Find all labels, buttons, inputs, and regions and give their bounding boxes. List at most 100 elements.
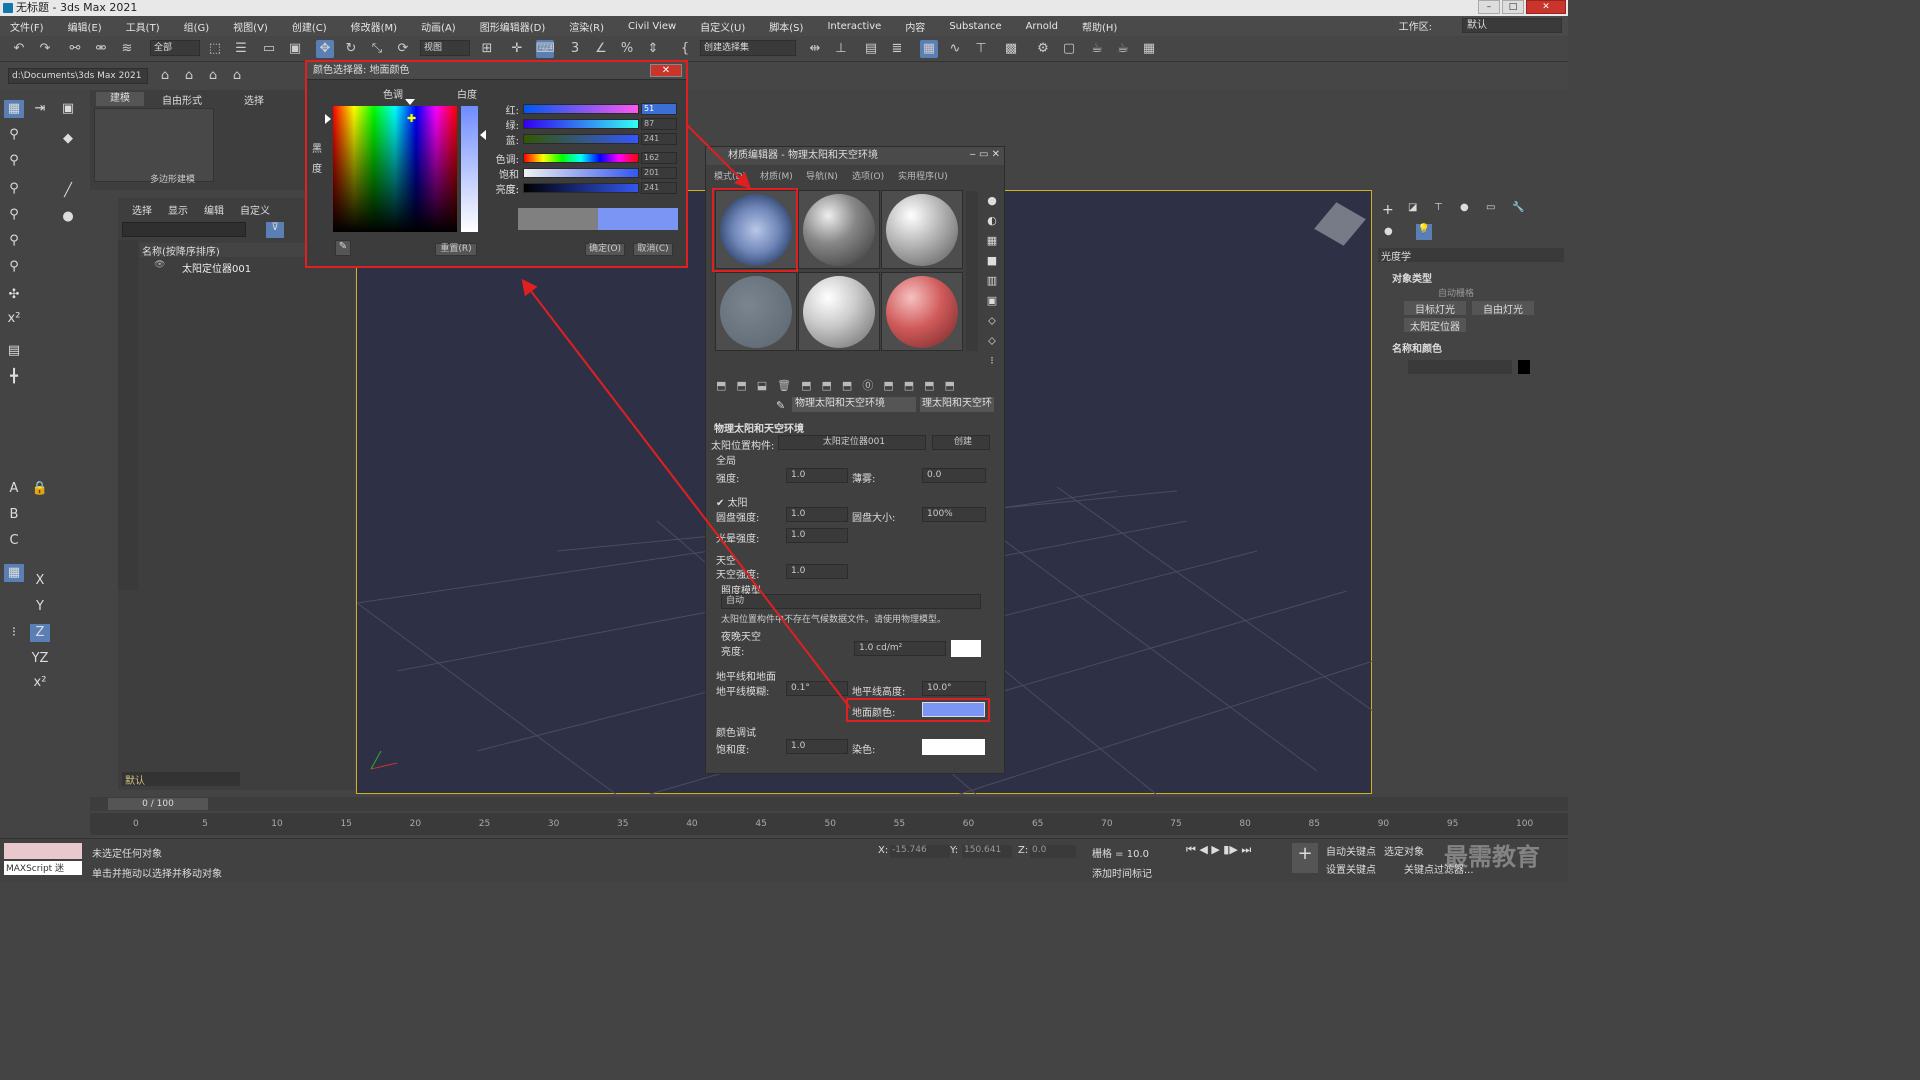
tool-icon[interactable]: ◆ [58, 130, 78, 148]
whiteness-bar[interactable] [461, 106, 478, 232]
track-bar[interactable]: 0 5 10 15 20 25 30 35 40 45 50 55 60 65 70 75 80 85 90 95 10… [90, 813, 1568, 835]
close-button[interactable]: ✕ [1526, 0, 1566, 14]
menu-graph-editors[interactable]: 图形编辑器(D) [480, 19, 546, 34]
menu-navigation[interactable]: 导航(N) [806, 169, 838, 182]
filter-icon[interactable]: ⊽ [266, 222, 284, 238]
mirror-icon[interactable]: ⇹ [806, 40, 824, 58]
frame-counter[interactable]: 0 / 100 [108, 798, 208, 810]
sky-intensity-spinner[interactable]: 1.0 [786, 564, 848, 579]
tool-icon[interactable]: ▤ [4, 342, 24, 360]
snaps-toggle-icon[interactable]: 3 [566, 40, 584, 58]
sample-slot-2[interactable] [798, 190, 880, 269]
menu-file[interactable]: 文件(F) [10, 19, 44, 34]
target-light-button[interactable]: 目标灯光 [1404, 301, 1466, 316]
sample-slot-6[interactable] [881, 272, 963, 351]
create-project-icon[interactable]: ⌂ [180, 67, 198, 85]
sample-slot-4[interactable] [715, 272, 797, 351]
coord-z-field[interactable]: 0.0 [1030, 845, 1076, 858]
night-color-swatch[interactable] [951, 640, 981, 657]
menu-interactive[interactable]: Interactive [827, 21, 881, 32]
explorer-item[interactable]: 太阳定位器001 [182, 260, 251, 275]
explorer-tab-display[interactable]: 显示 [168, 202, 188, 217]
axis-z-icon[interactable]: Z [30, 624, 50, 642]
percent-snap-icon[interactable]: % [618, 40, 636, 58]
tool-icon[interactable]: ⚲ [4, 126, 24, 144]
link-icon[interactable]: ⚯ [66, 40, 84, 58]
set-key-icon[interactable]: + [1292, 843, 1318, 873]
lock-icon[interactable]: 🔒 [30, 480, 50, 498]
tool-icon[interactable]: C [4, 532, 24, 550]
sample-slot-3[interactable] [881, 190, 963, 269]
material-type-button[interactable]: 理太阳和天空环 [920, 397, 994, 412]
ribbon-tab-modeling[interactable]: 建模 [96, 92, 144, 106]
green-slider[interactable] [523, 119, 639, 129]
tint-color-swatch[interactable] [922, 739, 985, 755]
named-selection-dropdown[interactable]: 创建选择集 [700, 40, 796, 56]
intensity-spinner[interactable]: 1.0 [786, 468, 848, 483]
display-tab-icon[interactable]: ▭ [1486, 202, 1495, 213]
tool-icon[interactable]: x² [4, 310, 24, 328]
material-editor-icon[interactable]: ▩ [1002, 40, 1020, 58]
menu-arnold[interactable]: Arnold [1026, 21, 1058, 32]
angle-snap-icon[interactable]: ∠ [592, 40, 610, 58]
spinner-snap-icon[interactable]: ⇕ [644, 40, 662, 58]
layer-explorer-icon[interactable]: ≣ [888, 40, 906, 58]
render-iterative-icon[interactable]: ☕ [1114, 40, 1132, 58]
menu-customize[interactable]: 自定义(U) [700, 19, 745, 34]
menu-help[interactable]: 帮助(H) [1082, 19, 1117, 34]
maximize-button[interactable]: □ [1502, 0, 1524, 14]
select-by-name-icon[interactable]: ☰ [232, 40, 250, 58]
horizon-blur-spinner[interactable]: 0.1° [786, 681, 848, 696]
motion-tab-icon[interactable]: ● [1460, 202, 1469, 213]
coord-x-field[interactable]: -15.746 [890, 845, 950, 858]
tool-icon[interactable]: ● [58, 208, 78, 226]
blackness-marker-icon[interactable] [325, 114, 331, 124]
schematic-view-icon[interactable]: ⊤ [972, 40, 990, 58]
toggle-ribbon-icon[interactable]: ▦ [920, 40, 938, 58]
select-tool-icon[interactable]: ▦ [4, 100, 24, 118]
tool-icon[interactable]: ╱ [58, 182, 78, 200]
select-move-icon[interactable]: ✥ [316, 40, 334, 58]
red-slider[interactable] [523, 104, 639, 114]
undo-icon[interactable]: ↶ [10, 40, 28, 58]
selection-filter-dropdown[interactable]: 全部 [150, 40, 200, 56]
render-production-icon[interactable]: ☕ [1088, 40, 1106, 58]
red-value[interactable]: 51 [641, 103, 677, 115]
add-time-tag[interactable]: 添加时间标记 [1092, 865, 1152, 880]
redo-icon[interactable]: ↷ [36, 40, 54, 58]
keyboard-shortcut-icon[interactable]: ⌨ [536, 40, 555, 58]
workspace-dropdown[interactable]: 默认 [1462, 18, 1562, 33]
saturation-slider[interactable] [523, 168, 639, 178]
object-type-rollout[interactable]: 对象类型 [1392, 270, 1432, 285]
blue-slider[interactable] [523, 134, 639, 144]
axis-y-icon[interactable]: Y [30, 598, 50, 616]
time-slider[interactable]: 0 / 100 [90, 797, 1568, 811]
slot-scrollbar[interactable] [966, 191, 978, 351]
curve-editor-icon[interactable]: ∿ [946, 40, 964, 58]
menu-rendering[interactable]: 渲染(R) [569, 19, 604, 34]
menu-civil-view[interactable]: Civil View [628, 21, 676, 32]
pivot-center-icon[interactable]: ⊞ [478, 40, 496, 58]
key-filter-dropdown[interactable]: 选定对象 [1384, 843, 1424, 858]
menu-edit[interactable]: 编辑(E) [68, 19, 102, 34]
green-value[interactable]: 87 [641, 118, 677, 130]
menu-modifiers[interactable]: 修改器(M) [351, 19, 397, 34]
bind-spacewarp-icon[interactable]: ≋ [118, 40, 136, 58]
unlink-icon[interactable]: ⚮ [92, 40, 110, 58]
auto-key-button[interactable]: 自动关键点 [1326, 843, 1376, 858]
modify-tab-icon[interactable]: ◪ [1408, 202, 1417, 213]
category-dropdown[interactable]: 光度学 [1378, 248, 1564, 263]
tool-icon[interactable]: B [4, 506, 24, 524]
menu-modes[interactable]: 模式(D) [714, 169, 746, 182]
render-cloud-icon[interactable]: ▦ [1140, 40, 1158, 58]
saturation-value[interactable]: 201 [641, 167, 677, 179]
explorer-tab-edit[interactable]: 编辑 [204, 202, 224, 217]
open-project-icon[interactable]: ⌂ [204, 67, 222, 85]
sun-positioner-button[interactable]: 太阳定位器 [1404, 318, 1466, 333]
select-manipulate-icon[interactable]: ✛ [508, 40, 526, 58]
window-crossing-icon[interactable]: ▣ [286, 40, 304, 58]
scene-explorer-icon[interactable]: ▤ [862, 40, 880, 58]
menu-substance[interactable]: Substance [949, 21, 1001, 32]
edit-named-sets-icon[interactable]: { [676, 40, 694, 58]
object-name-input[interactable] [1408, 360, 1512, 374]
